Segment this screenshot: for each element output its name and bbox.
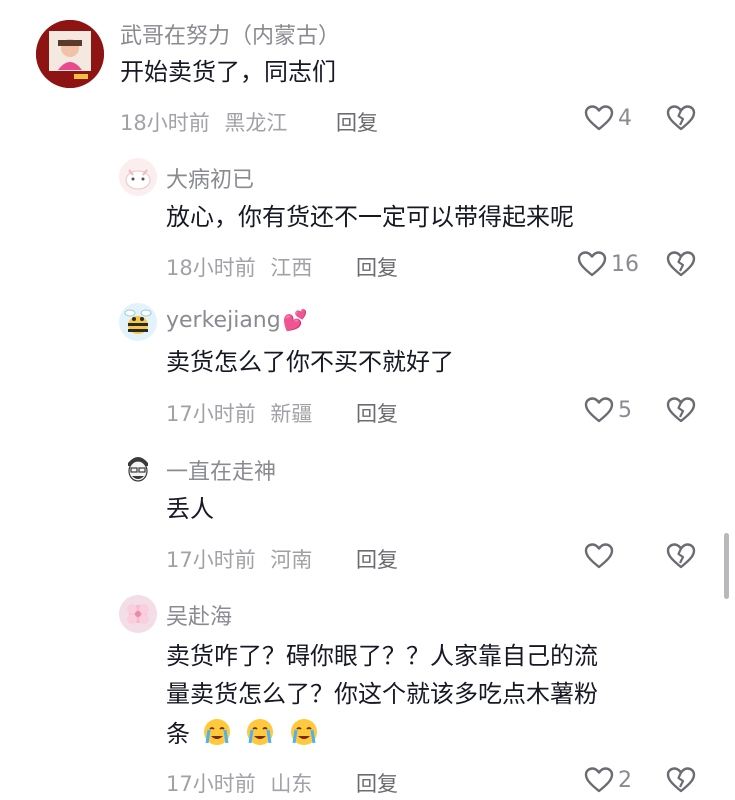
heart-outline-icon bbox=[584, 397, 614, 423]
avatar[interactable] bbox=[119, 595, 157, 633]
comment-username[interactable]: 大病初已 bbox=[166, 162, 254, 194]
comment-text-end: 条 bbox=[166, 720, 190, 748]
comment-location: 江西 bbox=[270, 256, 313, 280]
comment-text-line: 量卖货怎么了？你这个就该多吃点木薯粉 bbox=[166, 680, 598, 708]
like-count: 16 bbox=[611, 251, 639, 277]
comment-username[interactable]: yerkejiang 💕 bbox=[166, 308, 308, 333]
avatar[interactable] bbox=[119, 303, 157, 341]
reply-button[interactable]: 回复 bbox=[336, 107, 378, 137]
like-count: 2 bbox=[618, 767, 632, 793]
reply-button[interactable]: 回复 bbox=[356, 544, 398, 574]
reply-button[interactable]: 回复 bbox=[356, 252, 398, 282]
comment-text: 卖货怎么了你不买不就好了 bbox=[166, 348, 454, 376]
like-button[interactable] bbox=[584, 542, 618, 570]
broken-heart-icon bbox=[666, 397, 696, 423]
comment-time: 18小时前 黑龙江 bbox=[120, 107, 287, 137]
like-button[interactable]: 16 bbox=[577, 250, 639, 278]
username-text: yerkejiang bbox=[166, 308, 281, 333]
dislike-button[interactable] bbox=[666, 766, 696, 798]
heart-outline-icon bbox=[584, 543, 614, 569]
comment-time: 18小时前 江西 bbox=[166, 252, 312, 282]
broken-heart-icon bbox=[666, 543, 696, 569]
broken-heart-icon bbox=[666, 251, 696, 277]
scrollbar[interactable] bbox=[724, 533, 729, 599]
reply-button[interactable]: 回复 bbox=[356, 398, 398, 428]
two-hearts-icon: 💕 bbox=[282, 308, 308, 332]
comment-location: 河南 bbox=[270, 548, 313, 572]
avatar[interactable] bbox=[119, 449, 157, 487]
comment-timestamp: 18小时前 bbox=[120, 111, 210, 135]
like-count: 5 bbox=[618, 397, 632, 423]
like-button[interactable]: 4 bbox=[584, 104, 632, 132]
dislike-button[interactable] bbox=[666, 250, 696, 282]
comment-text-line: 卖货咋了？碍你眼了？？人家靠自己的流 bbox=[166, 642, 598, 670]
heart-outline-icon bbox=[577, 251, 607, 277]
loudly-crying-emoji-icon bbox=[202, 716, 325, 752]
comment-username[interactable]: 吴赴海 bbox=[166, 599, 232, 631]
comment-location: 新疆 bbox=[270, 402, 313, 426]
dislike-button[interactable] bbox=[666, 542, 696, 574]
comment-time: 17小时前 河南 bbox=[166, 544, 312, 574]
heart-outline-icon bbox=[584, 767, 614, 793]
broken-heart-icon bbox=[666, 767, 696, 793]
comment-username[interactable]: 一直在走神 bbox=[166, 454, 276, 486]
broken-heart-icon bbox=[666, 105, 696, 131]
comment-timestamp: 17小时前 bbox=[166, 402, 256, 426]
like-button[interactable]: 5 bbox=[584, 396, 632, 424]
like-button[interactable]: 2 bbox=[584, 766, 632, 794]
comment-timestamp: 18小时前 bbox=[166, 256, 256, 280]
comment-timestamp: 17小时前 bbox=[166, 772, 256, 796]
comment-text: 放心，你有货还不一定可以带得起来呢 bbox=[166, 203, 574, 231]
avatar[interactable] bbox=[119, 158, 157, 196]
comment-text-line: 条 bbox=[166, 716, 325, 752]
comment-text: 丢人 bbox=[166, 495, 214, 523]
reply-button[interactable]: 回复 bbox=[356, 768, 398, 798]
comment-timestamp: 17小时前 bbox=[166, 548, 256, 572]
comment-time: 17小时前 山东 bbox=[166, 768, 312, 798]
comment-username[interactable]: 武哥在努力（内蒙古） bbox=[120, 18, 340, 50]
like-count: 4 bbox=[618, 105, 632, 131]
dislike-button[interactable] bbox=[666, 396, 696, 428]
avatar[interactable] bbox=[36, 20, 104, 88]
comment-location: 黑龙江 bbox=[224, 111, 288, 135]
comment-location: 山东 bbox=[270, 772, 313, 796]
comment-time: 17小时前 新疆 bbox=[166, 398, 312, 428]
dislike-button[interactable] bbox=[666, 104, 696, 136]
heart-outline-icon bbox=[584, 105, 614, 131]
comment-text: 开始卖货了，同志们 bbox=[120, 58, 336, 86]
